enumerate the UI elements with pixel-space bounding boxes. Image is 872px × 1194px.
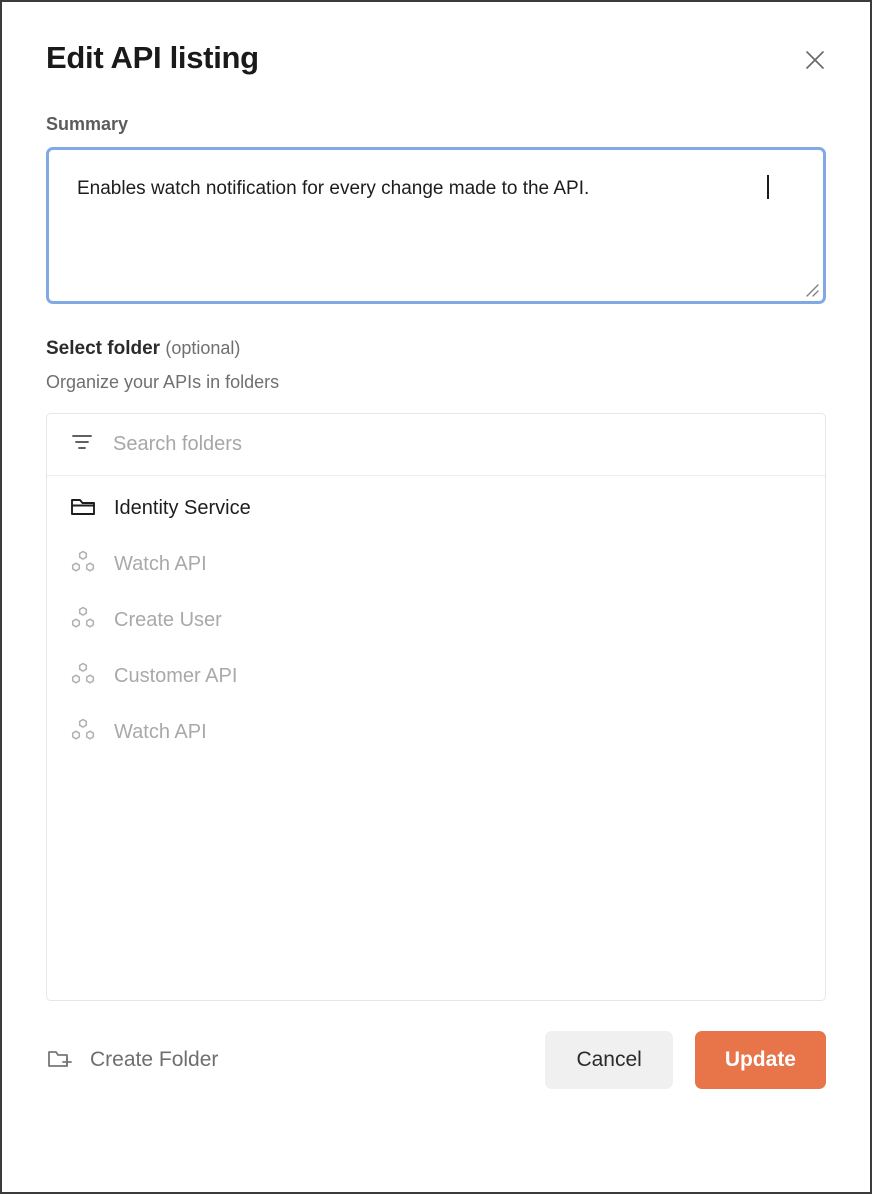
search-input[interactable] xyxy=(111,432,803,457)
list-item-label: Create User xyxy=(114,608,222,631)
folder-list: Identity Service Watch API Create User C… xyxy=(47,476,825,760)
create-folder-label: Create Folder xyxy=(90,1048,219,1071)
api-nodes-icon xyxy=(69,716,97,749)
folder-search-row xyxy=(47,414,825,476)
footer-actions: Cancel Update xyxy=(545,1031,826,1089)
select-folder-heading: Select folder (optional) xyxy=(46,338,826,360)
list-item[interactable]: Create User xyxy=(47,592,825,648)
folder-icon xyxy=(69,492,97,525)
list-item-label: Identity Service xyxy=(114,496,251,519)
filter-icon xyxy=(69,429,95,460)
api-nodes-icon xyxy=(69,548,97,581)
select-folder-description: Organize your APIs in folders xyxy=(46,372,280,392)
folder-list-box: Identity Service Watch API xyxy=(46,413,826,1001)
cancel-button[interactable]: Cancel xyxy=(545,1031,673,1089)
summary-textarea-wrapper xyxy=(46,147,826,304)
update-button[interactable]: Update xyxy=(694,1031,826,1089)
list-item[interactable]: Customer API xyxy=(47,648,825,704)
list-item-label: Watch API xyxy=(114,720,207,743)
text-cursor xyxy=(767,175,769,199)
edit-api-listing-dialog: Edit API listing Summary Select folder (… xyxy=(0,0,872,1194)
api-nodes-icon xyxy=(69,660,97,693)
api-nodes-icon xyxy=(69,604,97,637)
folder-plus-icon xyxy=(46,1045,74,1076)
list-item[interactable]: Watch API xyxy=(47,536,825,592)
dialog-footer: Create Folder Cancel Update xyxy=(46,1031,826,1089)
dialog-header: Edit API listing xyxy=(46,2,826,78)
list-item[interactable]: Watch API xyxy=(47,704,825,760)
summary-label: Summary xyxy=(46,114,129,134)
close-icon xyxy=(803,48,827,75)
list-item-label: Customer API xyxy=(114,664,238,687)
list-item-label: Watch API xyxy=(114,552,207,575)
select-folder-optional-note: (optional) xyxy=(165,338,241,358)
select-folder-label: Select folder xyxy=(46,338,161,359)
list-item[interactable]: Identity Service xyxy=(47,480,825,536)
close-button[interactable] xyxy=(798,44,832,78)
summary-input[interactable] xyxy=(49,150,823,301)
page-title: Edit API listing xyxy=(46,40,259,75)
create-folder-button[interactable]: Create Folder xyxy=(46,1045,218,1076)
